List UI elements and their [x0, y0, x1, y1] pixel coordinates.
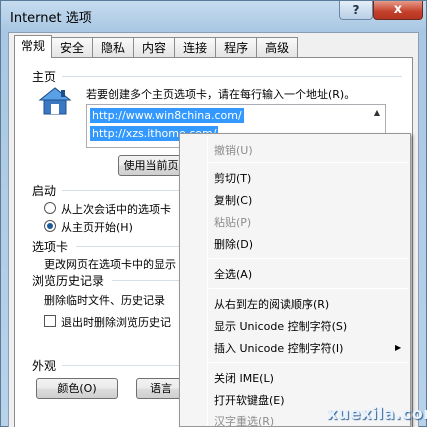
menu-item-select-all[interactable]: 全选(A)	[214, 266, 252, 282]
window-title: Internet 选项	[10, 11, 92, 26]
menu-item-rtl-reading-order[interactable]: 从右到左的阅读顺序(R)	[214, 296, 329, 312]
menu-item-soft-keyboard[interactable]: 打开软键盘(E)	[214, 392, 285, 408]
menu-separator	[209, 362, 409, 363]
close-button[interactable]: x	[373, 1, 423, 20]
tabs-group-label: 选项卡	[32, 240, 69, 254]
history-description-text: 删除临时文件、历史记录	[44, 294, 165, 307]
delete-on-exit-checkbox[interactable]	[44, 315, 56, 327]
home-url-line-1: http://www.win8china.com/	[90, 108, 244, 123]
tab-general[interactable]: 常规	[14, 35, 53, 58]
menu-separator	[209, 258, 409, 259]
tabs-description-text: 更改网页在选项卡中的显示	[44, 258, 176, 271]
tab-privacy[interactable]: 隐私	[92, 37, 135, 58]
menu-item-cut[interactable]: 剪切(T)	[214, 170, 251, 186]
submenu-arrow-icon: ▶	[395, 343, 402, 352]
startup-home-page-radio[interactable]	[44, 220, 56, 232]
startup-last-session-radio[interactable]	[44, 202, 56, 214]
tabs-group-divider	[76, 246, 179, 247]
colors-button[interactable]: 颜色(O)	[36, 378, 118, 399]
appearance-group-label: 外观	[32, 359, 57, 373]
tab-strip: 常规 安全 隐私 内容 连接 程序 高级	[14, 35, 299, 58]
site-watermark: xuexila.com	[327, 404, 427, 423]
tab-programs[interactable]: 程序	[215, 37, 258, 58]
tab-security[interactable]: 安全	[51, 37, 94, 58]
menu-item-copy[interactable]: 复制(C)	[214, 192, 252, 208]
history-group-divider	[112, 280, 179, 281]
menu-item-paste[interactable]: 粘贴(P)	[214, 214, 251, 230]
startup-group-label: 启动	[32, 184, 57, 198]
home-group-divider	[62, 76, 402, 77]
scroll-up-arrow-icon[interactable]: ▲	[370, 106, 384, 120]
menu-item-delete[interactable]: 删除(D)	[214, 236, 253, 252]
context-menu: 撤销(U) 剪切(T) 复制(C) 粘贴(P) 删除(D) 全选(A) 从右到左…	[179, 133, 411, 427]
history-group-label: 浏览历史记录	[32, 274, 105, 288]
startup-last-session-label: 从上次会话中的选项卡	[61, 203, 171, 216]
tab-advanced[interactable]: 高级	[256, 37, 299, 58]
home-house-icon	[38, 87, 72, 115]
menu-separator	[209, 162, 409, 163]
menu-item-undo[interactable]: 撤销(U)	[214, 142, 253, 158]
menu-item-insert-unicode[interactable]: 插入 Unicode 控制字符(I)	[214, 340, 343, 356]
menu-separator	[209, 288, 409, 289]
help-button[interactable]: ?	[339, 1, 373, 20]
home-page-group-label: 主页	[32, 70, 57, 84]
tab-content[interactable]: 内容	[133, 37, 176, 58]
menu-gutter	[207, 136, 208, 426]
menu-item-show-unicode[interactable]: 显示 Unicode 控制字符(S)	[214, 318, 347, 334]
menu-item-close-ime[interactable]: 关闭 IME(L)	[214, 370, 274, 386]
startup-group-divider	[62, 190, 179, 191]
use-current-button[interactable]: 使用当前页	[118, 155, 184, 176]
delete-on-exit-label: 退出时删除浏览历史记	[61, 316, 171, 329]
appearance-group-divider	[62, 365, 179, 366]
startup-home-page-label: 从主页开始(H)	[61, 221, 133, 234]
menu-item-reconversion[interactable]: 汉字重选(R)	[214, 413, 274, 427]
tab-connections[interactable]: 连接	[174, 37, 217, 58]
home-instruction-text: 若要创建多个主页选项卡，请在每行输入一个地址(R)。	[86, 88, 356, 101]
